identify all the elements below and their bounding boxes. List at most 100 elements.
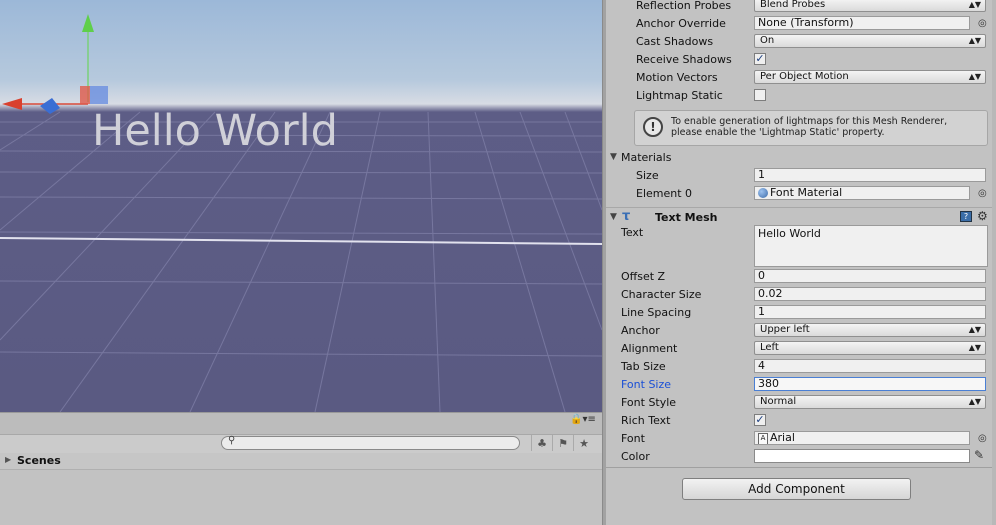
receive-shadows-label: Receive Shadows (636, 53, 732, 66)
materials-label: Materials (621, 151, 672, 164)
row-rich-text: Rich Text ✓ (606, 412, 996, 430)
row-motion-vectors: Motion Vectors Per Object Motion ▲▼ (606, 69, 996, 87)
text-label: Text (621, 226, 644, 239)
color-swatch[interactable] (754, 449, 970, 463)
object-picker-icon[interactable]: ◎ (978, 18, 987, 29)
filter-by-label-icon[interactable]: ⚑ (552, 435, 573, 451)
offset-z-label: Offset Z (621, 270, 666, 283)
element-0-field[interactable]: Font Material (754, 186, 970, 200)
dropdown-arrow-icon: ▲▼ (968, 325, 981, 334)
dropdown-arrow-icon: ▲▼ (968, 72, 981, 81)
filter-by-type-icon[interactable]: ♣ (531, 435, 552, 451)
font-asset-icon: A (758, 433, 768, 444)
inspector-scrollbar[interactable] (992, 0, 996, 525)
scene-view[interactable]: Hello World (0, 0, 602, 412)
row-font-style: Font Style Normal ▲▼ (606, 394, 996, 412)
text-area-field[interactable]: Hello World (754, 225, 988, 267)
row-cast-shadows: Cast Shadows On ▲▼ (606, 33, 996, 51)
scene-grid (0, 14, 602, 412)
line-spacing-field[interactable]: 1 (754, 305, 986, 319)
row-font: Font A Arial ◎ (606, 430, 996, 448)
row-offset-z: Offset Z 0 (606, 268, 996, 286)
gear-icon[interactable]: ⚙ (977, 209, 988, 223)
character-size-field[interactable]: 0.02 (754, 287, 986, 301)
row-character-size: Character Size 0.02 (606, 286, 996, 304)
eyedropper-icon[interactable]: ✎ (974, 448, 984, 462)
lightmap-help-box: ! To enable generation of lightmaps for … (634, 110, 988, 146)
dropdown-arrow-icon: ▲▼ (968, 343, 981, 352)
lock-icon[interactable]: 🔒▾≡ (570, 414, 596, 425)
text-mesh-preview[interactable]: Hello World (92, 106, 338, 156)
help-book-icon[interactable]: ? (960, 211, 972, 222)
row-alignment: Alignment Left ▲▼ (606, 340, 996, 358)
character-size-label: Character Size (621, 288, 702, 301)
anchor-override-label: Anchor Override (636, 17, 726, 30)
reflection-probes-label: Reflection Probes (636, 0, 732, 12)
tree-item-scenes[interactable]: ▶ Scenes (0, 453, 602, 470)
rich-text-label: Rich Text (621, 414, 671, 427)
tab-size-field[interactable]: 4 (754, 359, 986, 373)
row-color: Color ✎ (606, 448, 996, 466)
rich-text-checkbox[interactable]: ✓ (754, 414, 766, 426)
cast-shadows-value: On (760, 35, 775, 46)
alignment-value: Left (760, 342, 779, 353)
row-font-size: Font Size 380 (606, 376, 996, 394)
warning-icon: ! (643, 117, 663, 137)
alignment-dropdown[interactable]: Left ▲▼ (754, 341, 986, 355)
row-lightmap-static: Lightmap Static (606, 87, 996, 105)
alignment-label: Alignment (621, 342, 678, 355)
lightmap-static-checkbox[interactable] (754, 89, 766, 101)
add-component-button[interactable]: Add Component (682, 478, 911, 500)
row-materials-size: Size 1 (606, 167, 996, 185)
materials-foldout[interactable]: ▼ Materials (606, 149, 996, 167)
foldout-arrow-icon[interactable]: ▼ (610, 212, 617, 222)
text-mesh-icon: τ (622, 209, 631, 224)
help-text: To enable generation of lightmaps for th… (671, 116, 947, 138)
component-separator (606, 467, 996, 468)
font-style-label: Font Style (621, 396, 677, 409)
motion-vectors-dropdown[interactable]: Per Object Motion ▲▼ (754, 70, 986, 84)
anchor-override-field[interactable]: None (Transform) (754, 16, 970, 30)
tree-item-label: Scenes (17, 454, 61, 467)
offset-z-field[interactable]: 0 (754, 269, 986, 283)
receive-shadows-checkbox[interactable]: ✓ (754, 53, 766, 65)
reflection-probes-dropdown[interactable]: Blend Probes ▲▼ (754, 0, 986, 12)
expand-arrow-icon[interactable]: ▶ (5, 455, 11, 464)
row-element-0: Element 0 Font Material ◎ (606, 185, 996, 203)
lightmap-static-label: Lightmap Static (636, 89, 723, 102)
materials-size-field[interactable]: 1 (754, 168, 986, 182)
anchor-dropdown[interactable]: Upper left ▲▼ (754, 323, 986, 337)
color-label: Color (621, 450, 650, 463)
object-picker-icon[interactable]: ◎ (978, 188, 987, 199)
element-0-value: Font Material (770, 186, 843, 199)
dropdown-arrow-icon: ▲▼ (968, 36, 981, 45)
anchor-label: Anchor (621, 324, 660, 337)
font-label: Font (621, 432, 645, 445)
row-reflection-probes: Reflection Probes Blend Probes ▲▼ (606, 0, 996, 15)
font-style-dropdown[interactable]: Normal ▲▼ (754, 395, 986, 409)
component-title: Text Mesh (655, 211, 718, 224)
font-size-label: Font Size (621, 378, 672, 391)
cast-shadows-label: Cast Shadows (636, 35, 714, 48)
line-spacing-label: Line Spacing (621, 306, 692, 319)
anchor-value: Upper left (760, 324, 810, 335)
motion-vectors-value: Per Object Motion (760, 71, 849, 82)
motion-vectors-label: Motion Vectors (636, 71, 718, 84)
font-size-field[interactable]: 380 (754, 377, 986, 391)
foldout-arrow-icon[interactable]: ▼ (610, 152, 617, 162)
font-field[interactable]: A Arial (754, 431, 970, 445)
help-text-line: To enable generation of lightmaps for th… (671, 116, 948, 127)
object-picker-icon[interactable]: ◎ (978, 433, 987, 444)
help-text-line: please enable the 'Lightmap Static' prop… (671, 127, 885, 138)
dropdown-arrow-icon: ▲▼ (968, 0, 981, 9)
row-anchor-override: Anchor Override None (Transform) ◎ (606, 15, 996, 33)
cast-shadows-dropdown[interactable]: On ▲▼ (754, 34, 986, 48)
project-search-input[interactable]: ⚲ (221, 435, 520, 450)
reflection-probes-value: Blend Probes (760, 0, 826, 10)
favorite-star-icon[interactable]: ★ (573, 435, 594, 451)
inspector-panel: Reflection Probes Blend Probes ▲▼ Anchor… (606, 0, 996, 525)
search-icon: ⚲ (228, 435, 236, 446)
element-0-label: Element 0 (636, 187, 693, 200)
material-sphere-icon (758, 188, 768, 198)
project-panel-header (0, 412, 602, 435)
